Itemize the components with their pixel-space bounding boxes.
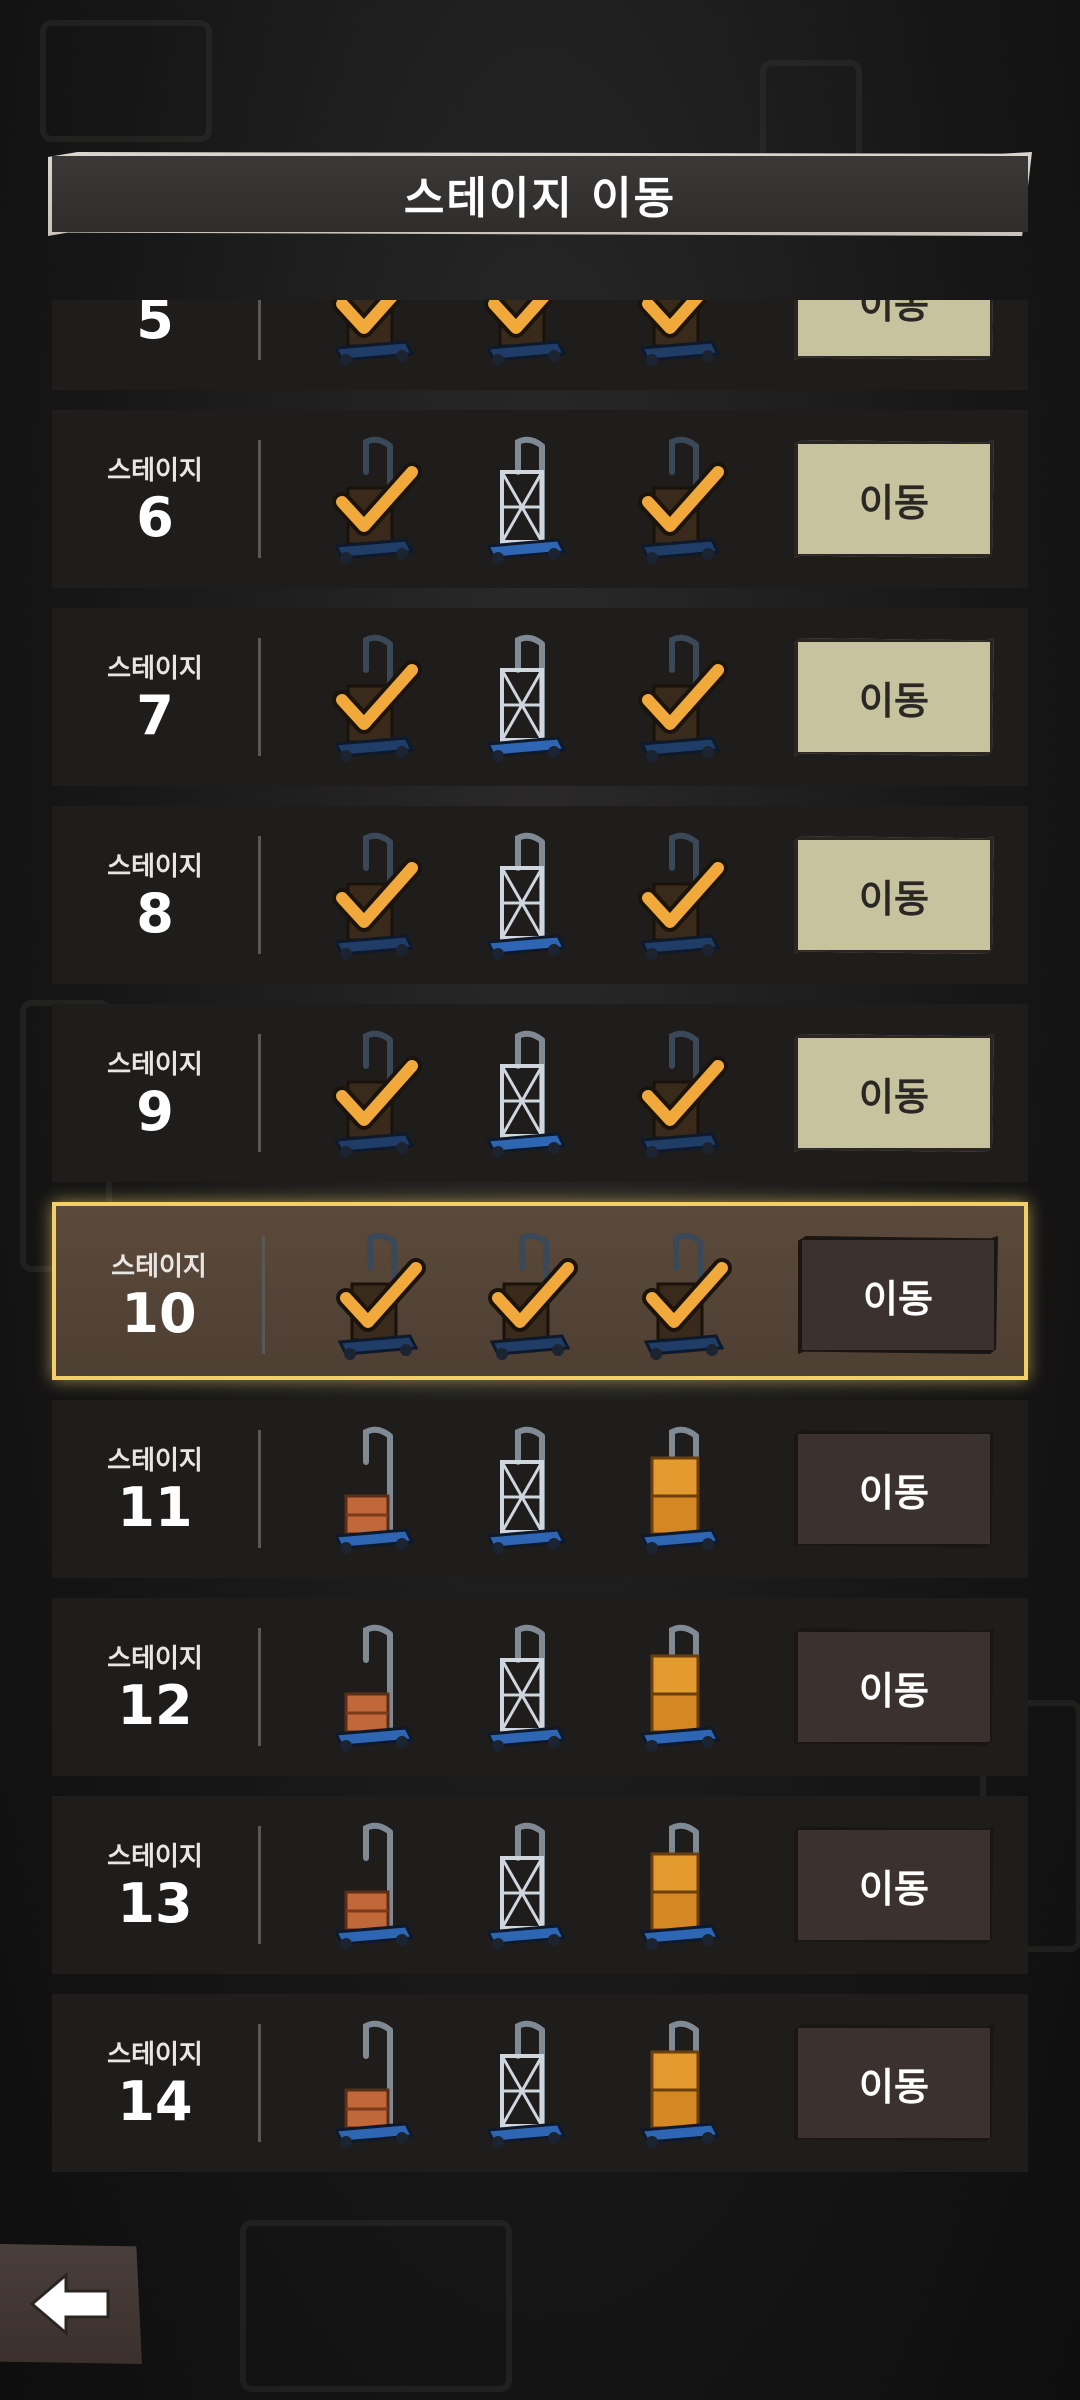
stage-label: 스테이지 10 xyxy=(56,1246,262,1345)
stage-number: 12 xyxy=(117,1674,193,1737)
back-arrow-icon xyxy=(29,2271,110,2337)
row-divider xyxy=(258,440,261,558)
hand-truck-icon xyxy=(472,1620,582,1754)
hand-truck-icon xyxy=(626,2016,736,2150)
hand-truck-cleared-icon xyxy=(626,828,736,962)
stage-number: 11 xyxy=(117,1476,193,1539)
hand-truck-cleared-icon xyxy=(476,1228,586,1362)
hand-truck-icon xyxy=(472,828,582,962)
row-divider xyxy=(258,2024,261,2142)
hand-truck-cleared-icon xyxy=(324,1228,434,1362)
stage-row: 스테이지 7 이동 xyxy=(52,608,1028,786)
stage-word: 스테이지 xyxy=(107,852,203,882)
move-button[interactable]: 이동 xyxy=(794,638,994,756)
stage-word: 스테이지 xyxy=(111,1252,207,1282)
hand-truck-icon xyxy=(626,1422,736,1556)
stage-row: 스테이지 8 이동 xyxy=(52,806,1028,984)
stage-row: 스테이지 6 이동 xyxy=(52,410,1028,588)
stage-label: 스테이지 7 xyxy=(52,648,258,747)
stage-row: 스테이지 9 이동 xyxy=(52,1004,1028,1182)
stage-word: 스테이지 xyxy=(107,1446,203,1476)
move-button[interactable]: 이동 xyxy=(794,1430,994,1548)
stage-number: 10 xyxy=(121,1282,197,1345)
stage-label: 스테이지 11 xyxy=(52,1440,258,1539)
row-divider xyxy=(258,1430,261,1548)
hand-truck-cleared-icon xyxy=(320,300,430,368)
stage-row: 스테이지 12 이동 xyxy=(52,1598,1028,1776)
move-button[interactable]: 이동 xyxy=(794,300,994,360)
title-bar: 스테이지 이동 xyxy=(52,156,1028,232)
stage-label: 스테이지 9 xyxy=(52,1044,258,1143)
hand-truck-icon xyxy=(472,2016,582,2150)
hand-truck-cleared-icon xyxy=(472,300,582,368)
hand-truck-icon xyxy=(472,1422,582,1556)
hand-truck-icon xyxy=(320,1818,430,1952)
stage-label: 스테이지 8 xyxy=(52,846,258,945)
stage-word: 스테이지 xyxy=(107,654,203,684)
stage-row: 스테이지 14 이동 xyxy=(52,1994,1028,2172)
stage-label: 스테이지 12 xyxy=(52,1638,258,1737)
row-divider xyxy=(262,1236,265,1354)
hand-truck-icon xyxy=(626,1620,736,1754)
stage-row: 스테이지5 이동 xyxy=(52,300,1028,390)
hand-truck-cleared-icon xyxy=(626,300,736,368)
hand-truck-icon xyxy=(320,2016,430,2150)
hand-truck-icon xyxy=(626,1818,736,1952)
stage-label: 스테이지 6 xyxy=(52,450,258,549)
hand-truck-cleared-icon xyxy=(320,828,430,962)
hand-truck-icon xyxy=(320,1620,430,1754)
back-button[interactable] xyxy=(0,2244,142,2364)
hand-truck-icon xyxy=(472,1818,582,1952)
row-divider xyxy=(258,1628,261,1746)
stage-row: 스테이지 10 이동 xyxy=(52,1202,1028,1380)
hand-truck-icon xyxy=(320,1422,430,1556)
hand-truck-cleared-icon xyxy=(626,630,736,764)
stage-number: 7 xyxy=(136,684,174,747)
stage-word: 스테이지 xyxy=(107,1644,203,1674)
hand-truck-cleared-icon xyxy=(320,432,430,566)
stage-label: 스테이지5 xyxy=(52,300,258,351)
stage-number: 14 xyxy=(117,2070,193,2133)
hand-truck-cleared-icon xyxy=(626,432,736,566)
move-button[interactable]: 이동 xyxy=(794,1628,994,1746)
move-button[interactable]: 이동 xyxy=(794,1034,994,1152)
stage-word: 스테이지 xyxy=(107,2040,203,2070)
hand-truck-cleared-icon xyxy=(320,630,430,764)
hand-truck-icon xyxy=(472,1026,582,1160)
page-title: 스테이지 이동 xyxy=(403,173,677,224)
row-divider xyxy=(258,1826,261,1944)
row-divider xyxy=(258,638,261,756)
hand-truck-cleared-icon xyxy=(320,1026,430,1160)
stage-label: 스테이지 13 xyxy=(52,1836,258,1935)
stage-list-viewport[interactable]: 스테이지5이동스테이지6이동스테이지7이동스테이지8이동스테이지9이동스테이지1… xyxy=(0,300,1080,2200)
move-button[interactable]: 이동 xyxy=(798,1236,998,1354)
stage-number: 5 xyxy=(136,300,174,351)
stage-number: 13 xyxy=(117,1872,193,1935)
stage-row: 스테이지 11 이동 xyxy=(52,1400,1028,1578)
stage-word: 스테이지 xyxy=(107,1842,203,1872)
hand-truck-cleared-icon xyxy=(630,1228,740,1362)
stage-number: 8 xyxy=(136,882,174,945)
stage-number: 6 xyxy=(136,486,174,549)
stage-row: 스테이지 13 이동 xyxy=(52,1796,1028,1974)
stage-word: 스테이지 xyxy=(107,1050,203,1080)
row-divider xyxy=(258,836,261,954)
move-button[interactable]: 이동 xyxy=(794,836,994,954)
move-button[interactable]: 이동 xyxy=(794,2024,994,2142)
hand-truck-icon xyxy=(472,630,582,764)
stage-label: 스테이지 14 xyxy=(52,2034,258,2133)
hand-truck-icon xyxy=(472,432,582,566)
hand-truck-cleared-icon xyxy=(626,1026,736,1160)
move-button[interactable]: 이동 xyxy=(794,1826,994,1944)
row-divider xyxy=(258,1034,261,1152)
stage-word: 스테이지 xyxy=(107,456,203,486)
row-divider xyxy=(258,300,261,360)
stage-number: 9 xyxy=(136,1080,174,1143)
move-button[interactable]: 이동 xyxy=(794,440,994,558)
